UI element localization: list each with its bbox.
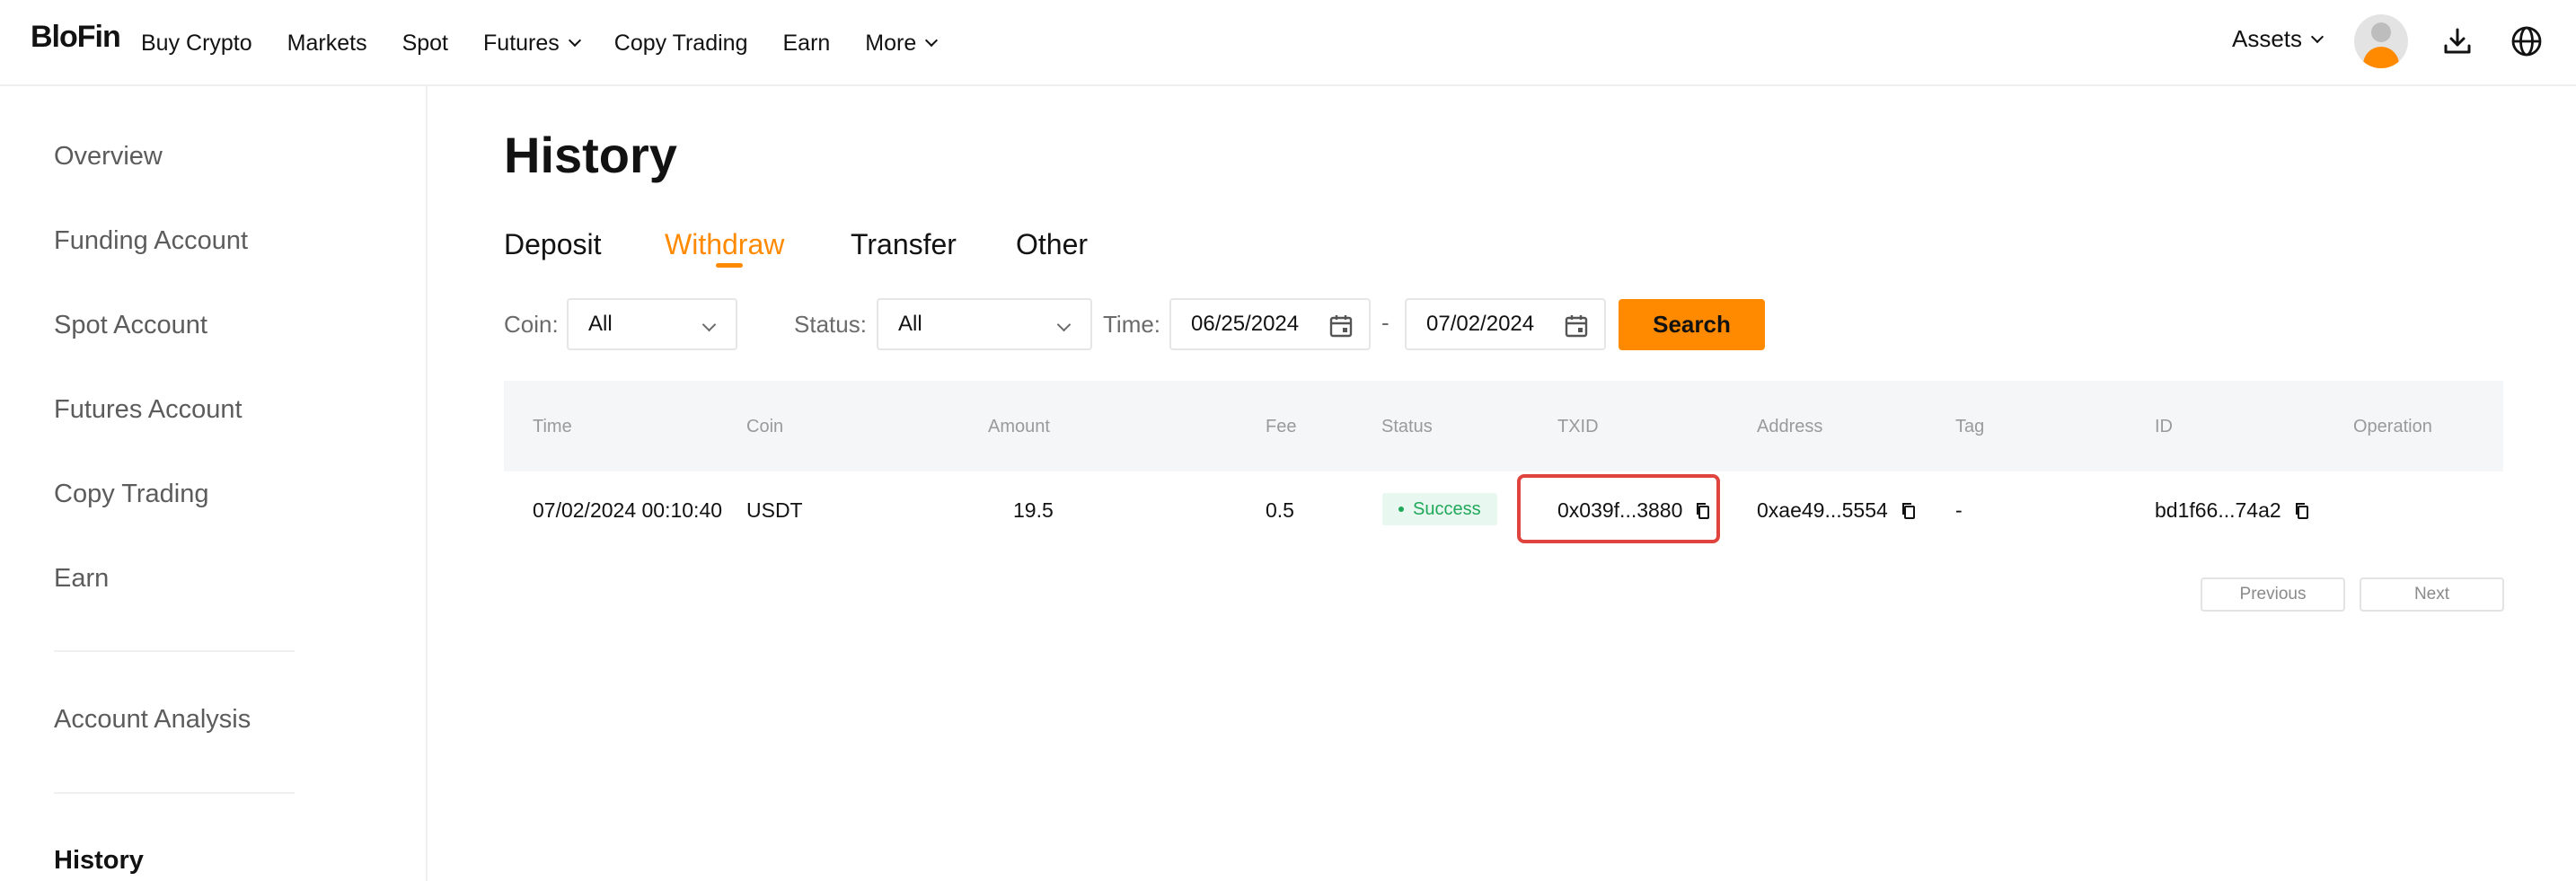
id-value[interactable]: bd1f66...74a2 bbox=[2155, 498, 2281, 523]
column-header-fee: Fee bbox=[1266, 417, 1297, 436]
nav-earn[interactable]: Earn bbox=[782, 31, 830, 57]
sidebar-item-copy-trading[interactable]: Copy Trading bbox=[54, 480, 209, 509]
start-date-input[interactable]: 06/25/2024 bbox=[1169, 298, 1371, 350]
sidebar-item-funding-account[interactable]: Funding Account bbox=[54, 226, 248, 256]
address-value[interactable]: 0xae49...5554 bbox=[1757, 498, 1888, 523]
end-date-input[interactable]: 07/02/2024 bbox=[1405, 298, 1606, 350]
page-title: History bbox=[504, 127, 677, 183]
column-header-time: Time bbox=[533, 417, 572, 436]
nav-markets[interactable]: Markets bbox=[287, 31, 367, 57]
coin-select-value: All bbox=[588, 312, 613, 336]
column-header-status: Status bbox=[1381, 417, 1433, 436]
nav-label: Buy Crypto bbox=[141, 30, 252, 56]
coin-select[interactable]: All bbox=[567, 298, 737, 350]
status-dot bbox=[1398, 507, 1404, 512]
column-header-operation: Operation bbox=[2353, 417, 2432, 436]
sidebar-item-futures-account[interactable]: Futures Account bbox=[54, 395, 243, 425]
previous-page-button[interactable]: Previous bbox=[2201, 577, 2345, 612]
tab-withdraw[interactable]: Withdraw bbox=[665, 228, 784, 261]
nav-label: Markets bbox=[287, 30, 367, 56]
active-tab-indicator bbox=[716, 263, 743, 268]
sidebar-item-overview[interactable]: Overview bbox=[54, 142, 163, 172]
tab-deposit[interactable]: Deposit bbox=[504, 228, 602, 261]
download-icon[interactable] bbox=[2439, 23, 2475, 59]
nav-label: More bbox=[865, 30, 917, 56]
cell-time: 07/02/2024 00:10:40 bbox=[533, 498, 723, 522]
calendar-icon[interactable] bbox=[1328, 313, 1354, 339]
tab-transfer[interactable]: Transfer bbox=[851, 228, 957, 261]
next-page-button[interactable]: Next bbox=[2360, 577, 2504, 612]
cell-txid: 0x039f...3880 bbox=[1557, 498, 1713, 523]
sidebar-divider bbox=[54, 650, 295, 652]
status-badge-text: Success bbox=[1413, 498, 1481, 519]
tab-other[interactable]: Other bbox=[1016, 228, 1088, 261]
sidebar-item-history[interactable]: History bbox=[54, 846, 144, 876]
cell-tag: - bbox=[1955, 498, 1963, 522]
search-button[interactable]: Search bbox=[1619, 299, 1765, 350]
column-header-amount: Amount bbox=[988, 417, 1050, 436]
nav-label: Futures bbox=[483, 30, 560, 56]
nav-buy-crypto[interactable]: Buy Crypto bbox=[141, 31, 252, 57]
column-header-txid: TXID bbox=[1557, 417, 1599, 436]
blofin-logo[interactable]: BloFin bbox=[31, 20, 121, 55]
status-select-value: All bbox=[898, 312, 922, 336]
cell-coin: USDT bbox=[746, 498, 803, 522]
cell-id: bd1f66...74a2 bbox=[2155, 498, 2312, 523]
txid-value[interactable]: 0x039f...3880 bbox=[1557, 498, 1682, 523]
cell-amount: 19.5 bbox=[1013, 498, 1054, 522]
table-row: 07/02/2024 00:10:40 USDT 19.5 0.5 Succes… bbox=[504, 471, 2503, 549]
nav-more[interactable]: More bbox=[865, 30, 939, 57]
coin-filter-label: Coin: bbox=[504, 311, 559, 338]
end-date-value: 07/02/2024 bbox=[1426, 312, 1535, 336]
sidebar: Overview Funding Account Spot Account Fu… bbox=[0, 86, 428, 881]
sidebar-item-account-analysis[interactable]: Account Analysis bbox=[54, 705, 251, 735]
cell-address: 0xae49...5554 bbox=[1757, 498, 1919, 523]
date-range-separator: - bbox=[1381, 309, 1389, 336]
time-filter-label: Time: bbox=[1103, 311, 1161, 338]
column-header-address: Address bbox=[1757, 417, 1823, 436]
nav-futures[interactable]: Futures bbox=[483, 30, 581, 57]
cell-fee: 0.5 bbox=[1266, 498, 1294, 522]
column-header-id: ID bbox=[2155, 417, 2173, 436]
chevron-down-icon bbox=[568, 33, 581, 48]
chevron-down-icon bbox=[1056, 317, 1072, 332]
main-nav: Buy Crypto Markets Spot Futures Copy Tra… bbox=[141, 0, 971, 86]
nav-label: Copy Trading bbox=[613, 30, 748, 56]
nav-copy-trading[interactable]: Copy Trading bbox=[614, 31, 748, 57]
copy-icon[interactable] bbox=[1693, 501, 1713, 521]
sidebar-item-spot-account[interactable]: Spot Account bbox=[54, 311, 207, 340]
column-header-tag: Tag bbox=[1955, 417, 1985, 436]
start-date-value: 06/25/2024 bbox=[1191, 312, 1300, 336]
copy-icon[interactable] bbox=[1899, 501, 1919, 521]
column-header-coin: Coin bbox=[746, 417, 784, 436]
chevron-down-icon bbox=[2310, 30, 2325, 43]
sidebar-item-earn[interactable]: Earn bbox=[54, 564, 109, 594]
assets-menu[interactable]: Assets bbox=[2232, 25, 2325, 53]
assets-label: Assets bbox=[2232, 25, 2303, 52]
globe-icon[interactable] bbox=[2509, 23, 2545, 59]
status-badge: Success bbox=[1382, 493, 1497, 525]
nav-label: Earn bbox=[782, 30, 831, 56]
top-navigation-bar: BloFin Buy Crypto Markets Spot Futures C… bbox=[0, 0, 2576, 86]
avatar[interactable] bbox=[2354, 14, 2408, 68]
status-filter-label: Status: bbox=[794, 311, 867, 338]
status-select[interactable]: All bbox=[877, 298, 1092, 350]
copy-icon[interactable] bbox=[2292, 501, 2312, 521]
nav-label: Spot bbox=[401, 30, 449, 56]
chevron-down-icon bbox=[701, 317, 717, 332]
sidebar-divider bbox=[54, 792, 295, 794]
nav-spot[interactable]: Spot bbox=[402, 31, 448, 57]
avatar-head bbox=[2371, 22, 2391, 42]
avatar-body bbox=[2363, 47, 2399, 68]
chevron-down-icon bbox=[925, 33, 939, 48]
table-header: Time Coin Amount Fee Status TXID Address… bbox=[504, 381, 2503, 471]
calendar-icon[interactable] bbox=[1563, 313, 1590, 339]
